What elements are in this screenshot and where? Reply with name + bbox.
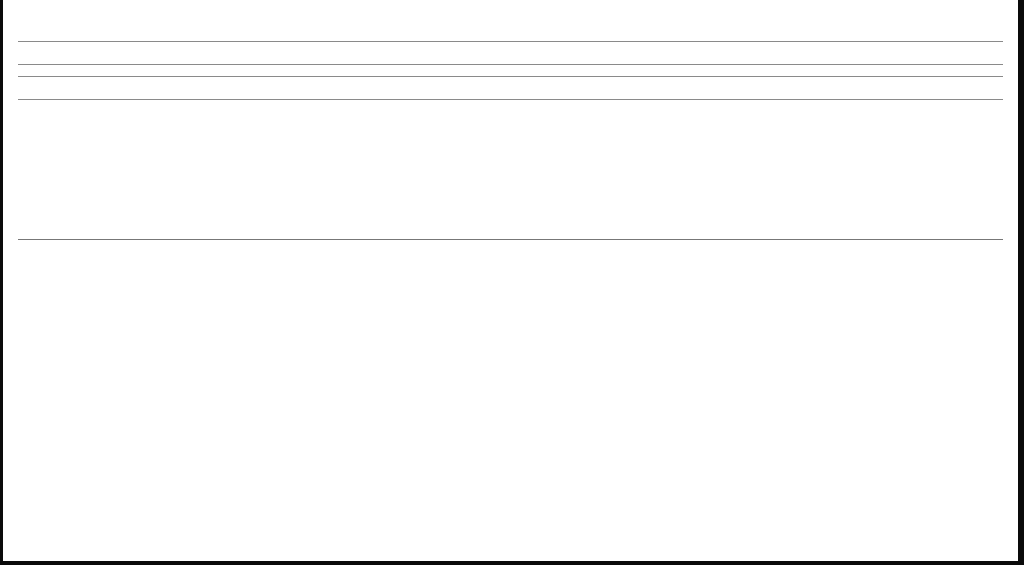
spectrogram-plot bbox=[3, 0, 1018, 561]
figure-canvas bbox=[3, 0, 1018, 561]
